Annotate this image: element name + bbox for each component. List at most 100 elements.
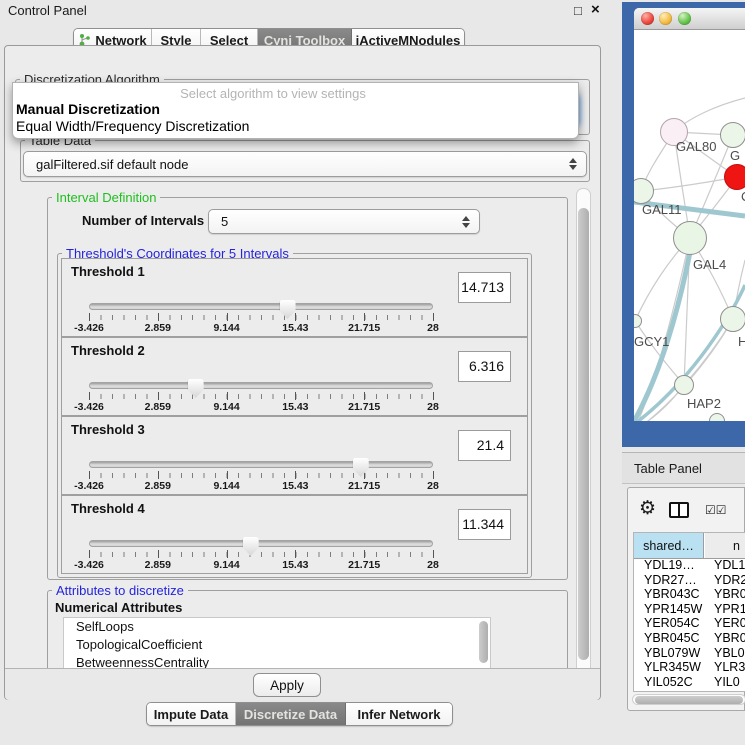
- threshold-4-slider[interactable]: -3.4262.8599.14415.4321.71528: [89, 538, 433, 572]
- major-tick: [295, 471, 296, 479]
- tick-label: 2.859: [145, 401, 171, 413]
- table-row[interactable]: YDR27…YDR2: [634, 573, 745, 588]
- zoom-traffic-light-icon[interactable]: [678, 12, 691, 25]
- threshold-1-value-field[interactable]: 14.713: [458, 272, 511, 303]
- network-window-titlebar[interactable]: [634, 8, 745, 30]
- major-tick: [158, 392, 159, 400]
- major-tick: [433, 392, 434, 400]
- major-tick: [295, 392, 296, 400]
- panel-scrollbar-thumb[interactable]: [578, 208, 589, 660]
- slider-tick-labels: -3.4262.8599.14415.4321.71528: [89, 313, 433, 335]
- node-label: GAL11: [642, 202, 682, 217]
- panel-title: Control Panel: [8, 3, 87, 18]
- threshold-2-slider[interactable]: -3.4262.8599.14415.4321.71528: [89, 380, 433, 414]
- table-row[interactable]: YDL19…YDL1: [634, 558, 745, 573]
- threshold-1-slider[interactable]: -3.4262.8599.14415.4321.71528: [89, 301, 433, 335]
- column-header-shared-name[interactable]: shared…: [634, 533, 704, 558]
- threshold-3-slider[interactable]: -3.4262.8599.14415.4321.71528: [89, 459, 433, 493]
- major-tick: [364, 313, 365, 321]
- tab-infer-network[interactable]: Infer Network: [346, 703, 452, 725]
- node-label: GAL4: [693, 257, 726, 272]
- panel-scrollbar-track[interactable]: [576, 188, 591, 692]
- slider-track[interactable]: [89, 540, 433, 547]
- network-node[interactable]: [720, 306, 745, 332]
- gear-icon[interactable]: ⚙: [639, 499, 656, 519]
- threshold-4-value-field[interactable]: 11.344: [458, 509, 511, 540]
- table-row[interactable]: YBR045CYBR0: [634, 631, 745, 646]
- threshold-3-value-field[interactable]: 21.4: [458, 430, 511, 461]
- node-label: HAP2: [687, 396, 721, 411]
- slider-tick-labels: -3.4262.8599.14415.4321.71528: [89, 392, 433, 414]
- network-node[interactable]: [634, 314, 642, 328]
- dropdown-item-manual-discretization[interactable]: Manual Discretization: [16, 101, 160, 117]
- major-tick: [433, 471, 434, 479]
- node-label: GCY1: [634, 334, 669, 349]
- cell-name: YBL0: [714, 646, 745, 660]
- list-item[interactable]: TopologicalCoefficient: [64, 636, 490, 654]
- minimize-traffic-light-icon[interactable]: [659, 12, 672, 25]
- column-header-name[interactable]: n: [705, 533, 745, 558]
- tick-label: 21.715: [348, 559, 380, 571]
- apply-button[interactable]: Apply: [253, 673, 321, 697]
- network-node[interactable]: [724, 164, 745, 190]
- interval-definition-label: Interval Definition: [52, 190, 160, 205]
- number-of-intervals-value: 5: [221, 214, 228, 229]
- table-data-combobox[interactable]: galFiltered.sif default node: [23, 151, 587, 177]
- tick-label: 21.715: [348, 401, 380, 413]
- table-row[interactable]: YBL079W YBL0: [634, 646, 745, 661]
- table-hscrollbar-track[interactable]: [632, 694, 745, 705]
- float-panel-icon[interactable]: □: [574, 3, 582, 18]
- close-traffic-light-icon[interactable]: [641, 12, 654, 25]
- cell-shared-name: YIL052C: [644, 675, 693, 689]
- table-panel-title: Table Panel: [634, 461, 702, 476]
- table-row[interactable]: YIL052CYIL0: [634, 675, 745, 690]
- major-tick: [89, 471, 90, 479]
- list-item[interactable]: SelfLoops: [64, 618, 490, 636]
- table-toolbar: ⚙ ☑☑: [628, 488, 745, 532]
- network-node[interactable]: [673, 221, 707, 255]
- dropdown-placeholder-item[interactable]: Select algorithm to view settings: [13, 86, 533, 101]
- cell-shared-name: YBR043C: [644, 587, 700, 601]
- slider-track[interactable]: [89, 382, 433, 389]
- table-row[interactable]: YLR345WYLR3: [634, 660, 745, 675]
- major-tick: [295, 313, 296, 321]
- slider-tick-labels: -3.4262.8599.14415.4321.71528: [89, 471, 433, 493]
- major-tick: [227, 471, 228, 479]
- tick-label: 28: [427, 401, 439, 413]
- network-node[interactable]: [634, 178, 654, 204]
- numerical-attributes-list[interactable]: SelfLoops TopologicalCoefficient Between…: [63, 617, 491, 670]
- algorithm-dropdown-popup: Select algorithm to view settings Manual…: [12, 82, 579, 139]
- network-node[interactable]: [709, 413, 725, 421]
- list-scrollbar[interactable]: [479, 621, 488, 663]
- tab-label: Impute Data: [154, 707, 228, 722]
- checkboxes-icon[interactable]: ☑☑: [705, 503, 727, 517]
- apply-bar: Apply: [5, 668, 600, 700]
- table-row[interactable]: YPR145WYPR1: [634, 602, 745, 617]
- network-node[interactable]: [720, 122, 745, 148]
- tab-impute-data[interactable]: Impute Data: [147, 703, 236, 725]
- table-data-selected: galFiltered.sif default node: [36, 157, 188, 172]
- table-row[interactable]: YER054CYER0: [634, 616, 745, 631]
- network-node[interactable]: [674, 375, 694, 395]
- columns-icon[interactable]: [669, 502, 689, 518]
- tick-label: -3.426: [74, 480, 104, 492]
- close-icon[interactable]: ×: [591, 1, 600, 18]
- tab-discretize-data[interactable]: Discretize Data: [236, 703, 346, 725]
- slider-track[interactable]: [89, 303, 433, 310]
- slider-track[interactable]: [89, 461, 433, 468]
- network-canvas[interactable]: GAL80GCGAL11GAL4GCY1HHAP2: [634, 30, 745, 421]
- network-nodes-layer: GAL80GCGAL11GAL4GCY1HHAP2: [634, 30, 745, 421]
- tick-label: 9.144: [213, 559, 239, 571]
- threshold-2-value-field[interactable]: 6.316: [458, 351, 511, 382]
- dropdown-item-equal-width[interactable]: Equal Width/Frequency Discretization: [16, 118, 249, 134]
- cell-name: YER0: [714, 616, 745, 630]
- tick-label: 21.715: [348, 480, 380, 492]
- major-tick: [227, 550, 228, 558]
- table-row[interactable]: YBR043C YBR0: [634, 587, 745, 602]
- number-of-intervals-combobox[interactable]: 5: [208, 209, 480, 234]
- table-hscrollbar-thumb[interactable]: [635, 696, 743, 704]
- cell-name: YBR0: [714, 587, 745, 601]
- cell-shared-name: YBL079W: [644, 646, 700, 660]
- threshold-2-label: Threshold 2: [71, 343, 145, 358]
- network-view-window: GAL80GCGAL11GAL4GCY1HHAP2: [634, 8, 745, 421]
